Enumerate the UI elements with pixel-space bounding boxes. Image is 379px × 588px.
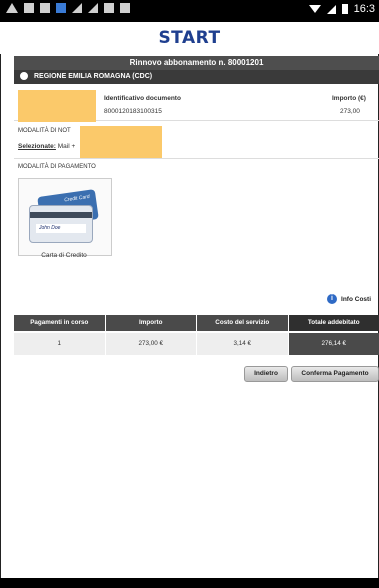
notifica-selected-value: Mail +	[57, 143, 76, 150]
region-bar[interactable]: REGIONE EMILIA ROMAGNA (CDC)	[14, 70, 379, 84]
credit-card-front: John Doe	[29, 205, 93, 243]
image-icon	[120, 3, 130, 13]
confirm-payment-button[interactable]: Conferma Pagamento	[291, 366, 379, 382]
page-title: Rinnovo abbonamento n. 80001201	[14, 56, 379, 70]
card-signature: John Doe	[36, 224, 86, 233]
payment-summary-table: Pagamenti in corso Importo Costo del ser…	[14, 315, 379, 355]
document-table: Identificativo documento Importo (€) 800…	[14, 90, 379, 122]
signal-icon	[88, 3, 98, 13]
info-icon: i	[327, 294, 338, 304]
payment-table-header: Pagamenti in corso Importo Costo del ser…	[14, 315, 379, 331]
warning-icon	[6, 3, 18, 13]
screen-frame	[0, 0, 379, 588]
divider	[14, 158, 379, 159]
header-pagamenti: Pagamenti in corso	[14, 315, 106, 331]
status-icons-left	[6, 3, 130, 13]
status-icons-right: 16:3	[308, 3, 375, 15]
document-id-header: Identificativo documento	[104, 95, 181, 102]
cell-costo-servizio: 3,14 €	[197, 333, 289, 355]
image-icon	[104, 3, 114, 13]
notifica-selected-label: Selezionate:	[18, 143, 56, 150]
radio-icon[interactable]	[20, 72, 28, 81]
app-icon	[56, 3, 66, 13]
signal-icon	[72, 3, 82, 13]
document-amount-header: Importo (€)	[332, 95, 366, 102]
header-totale: Totale addebitato	[288, 315, 379, 331]
document-id-value: 8000120183100315	[104, 108, 162, 115]
document-amount-value: 273,00	[340, 108, 360, 115]
notifica-selection[interactable]: Selezionate: Mail +	[18, 143, 75, 150]
notifica-section-label: MODALITÀ DI NOT	[18, 128, 71, 134]
card-stripe	[30, 212, 92, 218]
info-costi-button[interactable]: i Info Costi	[327, 294, 371, 304]
cell-totale: 276,14 €	[288, 333, 379, 355]
status-clock: 16:3	[353, 3, 375, 15]
info-costi-label: Info Costi	[341, 295, 371, 303]
region-label: REGIONE EMILIA ROMAGNA (CDC)	[34, 73, 153, 80]
credit-card-option[interactable]: Credit Card John Doe	[18, 178, 112, 256]
cell-pagamenti: 1	[14, 333, 106, 355]
battery-icon	[341, 4, 348, 14]
credit-card-caption: Carta di Credito	[41, 252, 87, 259]
wifi-icon	[308, 5, 321, 13]
redaction-block	[18, 90, 96, 122]
status-bar: 16:3	[0, 0, 379, 22]
payment-section-label: MODALITÀ DI PAGAMENTO	[18, 164, 96, 170]
image-icon	[40, 3, 50, 13]
navigation-bar	[0, 578, 379, 588]
image-icon	[24, 3, 34, 13]
start-logo: START	[158, 28, 221, 48]
card-brand-text: Credit Card	[63, 193, 91, 204]
redaction-block	[80, 126, 162, 158]
cell-signal-icon	[326, 4, 336, 14]
table-row: 1 273,00 € 3,14 € 276,14 €	[14, 333, 379, 355]
header-costo-servizio: Costo del servizio	[197, 315, 289, 331]
logo-bar: START	[0, 22, 379, 54]
header-importo: Importo	[105, 315, 197, 331]
cell-importo: 273,00 €	[105, 333, 197, 355]
back-button[interactable]: Indietro	[244, 366, 288, 382]
